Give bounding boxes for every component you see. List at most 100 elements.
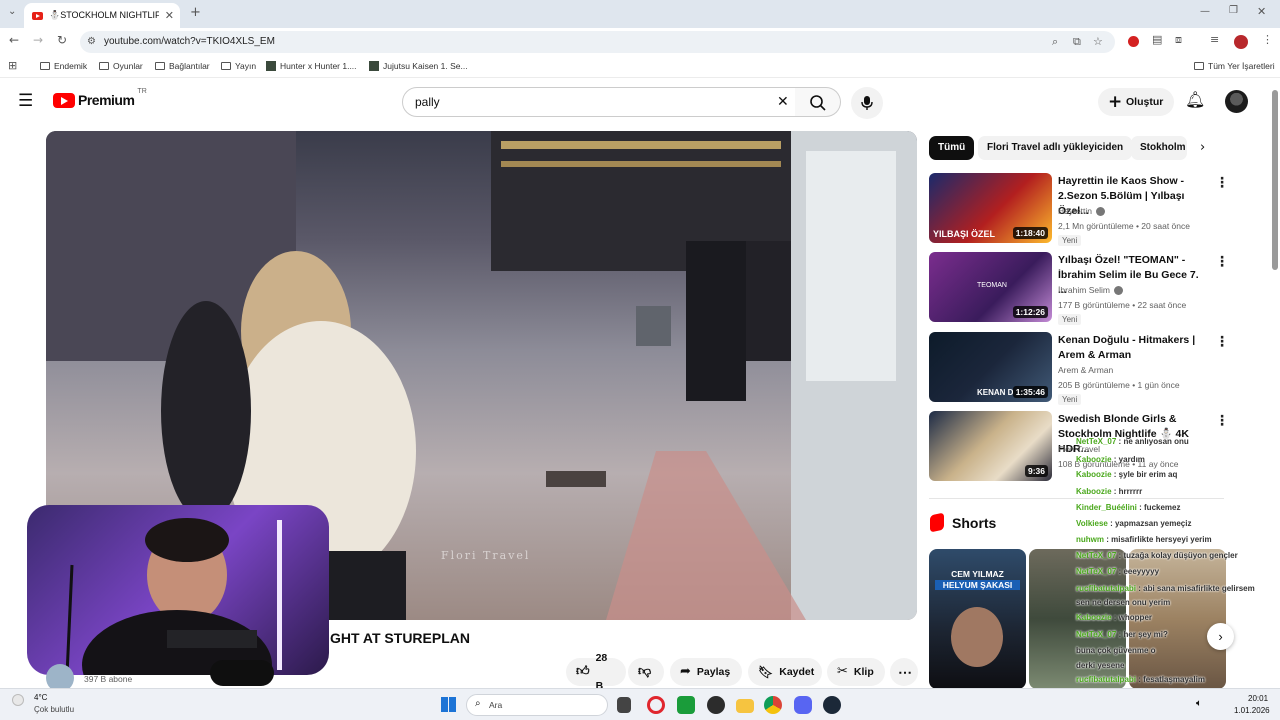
bookmark-star-icon[interactable]: ☆: [1093, 31, 1103, 53]
notifications-bell-icon[interactable]: 🔔︎: [1185, 90, 1205, 109]
channel-name[interactable]: Arem & Arman: [1058, 365, 1113, 375]
tab-list-icon[interactable]: ⌄: [8, 6, 16, 17]
mic-icon: [861, 96, 873, 110]
bookmark-jujutsu[interactable]: Jujutsu Kaisen 1. Se...: [369, 61, 468, 71]
channel-name[interactable]: Hayrettin: [1058, 206, 1106, 216]
verified-icon: [1113, 285, 1123, 295]
bookmark-icon: 🔖︎: [758, 665, 774, 679]
chip-from-uploader[interactable]: Flori Travel adlı yükleyiciden: [978, 136, 1133, 160]
page-scrollbar[interactable]: [1272, 90, 1278, 270]
window-close-icon[interactable]: ✕: [1257, 5, 1266, 18]
search-input[interactable]: pally ✕: [402, 87, 796, 117]
windows-start-icon[interactable]: [441, 697, 456, 712]
video-thumbnail[interactable]: TEOMAN 1:12:26: [929, 252, 1052, 322]
channel-name[interactable]: İbrahim Selim: [1058, 285, 1123, 295]
subscribe-button[interactable]: [210, 660, 274, 686]
video-meta: 205 B görüntüleme • 1 gün önce: [1058, 380, 1180, 390]
short-thumbnail[interactable]: CEM YILMAZ HELYUM ŞAKASI: [929, 549, 1026, 689]
taskview-icon[interactable]: [617, 697, 631, 713]
like-button[interactable]: 👍︎ 28 B: [566, 652, 626, 692]
file-explorer-icon[interactable]: [736, 699, 754, 713]
url-bar[interactable]: ⚙ youtube.com/watch?v=TKIO4XLS_EM ⌕ ⧉ ☆: [80, 31, 1115, 53]
forward-icon[interactable]: →: [33, 33, 43, 47]
bookmark-all[interactable]: Tüm Yer İşaretleri: [1194, 61, 1275, 71]
clip-button[interactable]: ✂ Klip: [827, 658, 885, 686]
zoom-icon[interactable]: ⌕: [1052, 31, 1058, 53]
clock-time[interactable]: 20:01: [1248, 694, 1268, 703]
search-button[interactable]: [795, 87, 841, 117]
bookmark-baglantilar[interactable]: Bağlantılar: [155, 61, 210, 71]
xbox-icon[interactable]: [677, 696, 695, 714]
chat-message: Volkiese : yapmazsan yemeçiz: [1076, 519, 1191, 528]
chat-message: NetTeX_07 : her şey mi?: [1076, 630, 1168, 639]
recommended-video[interactable]: YILBAŞI ÖZEL 1:18:40 Hayrettin ile Kaos …: [929, 173, 1229, 246]
taskbar-search[interactable]: ⌕ Ara: [466, 694, 608, 716]
duration-badge: 1:18:40: [1012, 227, 1048, 239]
more-vertical-icon[interactable]: ⋮: [1215, 254, 1229, 270]
chat-text: abi sana misafirlikte gelirsem: [1143, 584, 1255, 593]
tray-volume-icon[interactable]: 🔈︎: [1196, 698, 1202, 709]
extensions-puzzle-icon[interactable]: ⧈: [1175, 33, 1182, 47]
apps-grid-icon[interactable]: ⊞: [8, 59, 17, 72]
bookmark-yayin[interactable]: Yayın: [221, 61, 256, 71]
chat-separator: :: [1136, 503, 1145, 512]
clock-date[interactable]: 1.01.2026: [1234, 706, 1270, 715]
voice-search-button[interactable]: [851, 87, 883, 119]
video-thumbnail[interactable]: KENAN D 1:35:46: [929, 332, 1052, 402]
browser-menu-icon[interactable]: ⋮: [1262, 33, 1273, 46]
profile-icon[interactable]: [1234, 35, 1248, 49]
media-control-icon[interactable]: ≡: [1210, 33, 1219, 46]
hamburger-menu-icon[interactable]: ☰: [18, 91, 33, 111]
video-thumbnail[interactable]: YILBAŞI ÖZEL 1:18:40: [929, 173, 1052, 243]
verified-icon: [1096, 206, 1106, 216]
share-button[interactable]: ➦ Paylaş: [670, 658, 742, 686]
discord-icon[interactable]: [794, 696, 812, 714]
more-vertical-icon[interactable]: ⋮: [1215, 413, 1229, 429]
minimize-icon[interactable]: —: [1200, 6, 1210, 17]
site-thumb-icon: [266, 61, 276, 71]
bookmark-oyunlar[interactable]: Oyunlar: [99, 61, 143, 71]
plus-icon: +: [1108, 92, 1123, 112]
chip-stockholm[interactable]: Stokholm: [1131, 136, 1187, 160]
bookmark-endemik[interactable]: Endemik: [40, 61, 87, 71]
app-dark-icon[interactable]: [707, 696, 725, 714]
extension-red-icon[interactable]: [1128, 36, 1139, 47]
opera-icon[interactable]: [647, 696, 665, 714]
bookmark-hunter[interactable]: Hunter x Hunter 1....: [266, 61, 357, 71]
duration-badge: 1:35:46: [1012, 386, 1048, 398]
create-button[interactable]: + Oluştur: [1098, 88, 1174, 116]
avatar[interactable]: [1225, 90, 1248, 113]
clear-search-icon[interactable]: ✕: [777, 88, 789, 116]
steam-icon[interactable]: [823, 696, 841, 714]
more-vertical-icon[interactable]: ⋮: [1215, 175, 1229, 191]
video-thumbnail[interactable]: 9:36: [929, 411, 1052, 481]
webcam-overlay: [27, 505, 329, 675]
youtube-logo[interactable]: Premium TR: [53, 88, 147, 108]
close-tab-icon[interactable]: ✕: [165, 9, 180, 22]
browser-tab-active[interactable]: ⛄STOCKHOLM NIGHTLIFE 4K - ✕: [24, 3, 180, 28]
logo-text: Premium: [78, 92, 135, 108]
subscriber-count: 397 B abone: [84, 674, 133, 684]
shorts-next-button[interactable]: ›: [1207, 623, 1234, 650]
reload-icon[interactable]: ↻: [57, 33, 67, 47]
extension-notes-icon[interactable]: ▤: [1152, 33, 1162, 46]
taskbar-search-placeholder: Ara: [489, 700, 503, 710]
video-title[interactable]: Kenan Doğulu - Hitmakers | Arem & Arman: [1058, 333, 1208, 363]
more-vertical-icon[interactable]: ⋮: [1215, 334, 1229, 350]
new-tab-icon[interactable]: +: [190, 5, 201, 20]
save-button[interactable]: 🔖︎ Kaydet: [748, 658, 822, 686]
chrome-icon[interactable]: [764, 696, 782, 714]
chat-message: Kinder_Buéélini : fuckemez: [1076, 503, 1180, 512]
dislike-button[interactable]: 👎︎: [628, 658, 664, 686]
site-info-icon[interactable]: ⚙: [87, 31, 96, 53]
restore-icon[interactable]: ❐: [1229, 5, 1238, 16]
install-icon[interactable]: ⧉: [1073, 31, 1081, 53]
chat-text: tuzağa kolay düşüyon gençler: [1123, 551, 1238, 560]
recommended-video[interactable]: TEOMAN 1:12:26 Yılbaşı Özel! "TEOMAN" - …: [929, 252, 1229, 325]
chip-all[interactable]: Tümü: [929, 136, 975, 160]
search-icon: ⌕: [475, 698, 481, 709]
recommended-video[interactable]: KENAN D 1:35:46 Kenan Doğulu - Hitmakers…: [929, 332, 1229, 405]
chevron-right-icon[interactable]: ›: [1200, 140, 1205, 155]
more-actions-button[interactable]: ⋯: [890, 658, 918, 686]
back-icon[interactable]: ←: [9, 33, 19, 47]
